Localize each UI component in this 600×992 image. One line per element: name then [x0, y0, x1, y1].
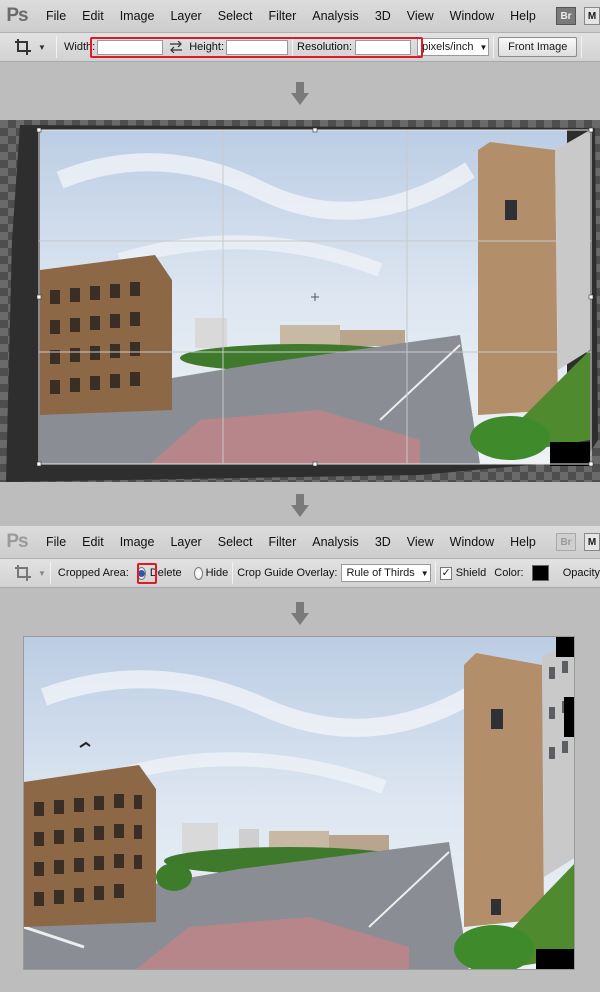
chevron-down-icon: ▼: [38, 568, 46, 578]
menu-3d[interactable]: 3D: [367, 535, 399, 549]
chevron-down-icon: ▼: [420, 568, 429, 578]
bridge-button[interactable]: Br: [556, 7, 576, 25]
units-value: pixels/inch: [422, 41, 474, 53]
separator: [493, 36, 495, 58]
color-label: Color:: [494, 567, 524, 579]
bridge-button[interactable]: Br: [556, 533, 576, 551]
menu-bar-2: Ps File Edit Image Layer Select Filter A…: [0, 526, 600, 558]
menu-file[interactable]: File: [38, 535, 74, 549]
menu-view[interactable]: View: [399, 535, 442, 549]
hide-radio[interactable]: [193, 566, 203, 580]
front-image-button[interactable]: Front Image: [498, 37, 578, 57]
shield-checkbox[interactable]: ✓: [440, 566, 452, 580]
delete-radio-highlight: [137, 563, 157, 584]
cropped-photo: [24, 637, 574, 969]
overlay-value: Rule of Thirds: [346, 567, 415, 579]
separator: [435, 562, 437, 584]
menu-3d[interactable]: 3D: [367, 9, 399, 23]
down-arrow-icon: [291, 82, 309, 105]
opacity-label: Opacity: [562, 567, 600, 579]
menu-edit[interactable]: Edit: [74, 9, 112, 23]
separator: [232, 562, 234, 584]
shield-label: Shield: [455, 567, 487, 579]
hide-label: Hide: [205, 567, 229, 579]
menu-select[interactable]: Select: [210, 9, 261, 23]
down-arrow-icon: [291, 602, 309, 625]
menu-filter[interactable]: Filter: [260, 535, 304, 549]
crop-icon: [15, 565, 31, 581]
menu-layer[interactable]: Layer: [162, 535, 209, 549]
ps-logo: Ps: [6, 531, 28, 552]
menu-help[interactable]: Help: [502, 535, 544, 549]
menu-help[interactable]: Help: [502, 9, 544, 23]
minibridge-button[interactable]: M: [584, 533, 600, 551]
crop-icon: [15, 39, 31, 55]
menu-edit[interactable]: Edit: [74, 535, 112, 549]
ps-logo: Ps: [6, 5, 28, 26]
menu-analysis[interactable]: Analysis: [304, 535, 367, 549]
menu-filter[interactable]: Filter: [260, 9, 304, 23]
menu-view[interactable]: View: [399, 9, 442, 23]
menu-bar: Ps File Edit Image Layer Select Filter A…: [0, 0, 600, 32]
menu-window[interactable]: Window: [442, 9, 502, 23]
menu-image[interactable]: Image: [112, 9, 163, 23]
canvas-area-before: [0, 120, 600, 482]
chevron-down-icon: ▼: [38, 42, 46, 52]
crop-guide-overlay-select[interactable]: Rule of Thirds ▼: [341, 564, 432, 582]
crop-options-bar-after: ▼ Cropped Area: Delete Hide Crop Guide O…: [0, 558, 600, 588]
shield-color-swatch[interactable]: [531, 565, 549, 581]
down-arrow-icon: [291, 494, 309, 517]
separator: [49, 562, 51, 584]
crop-tool-preset[interactable]: ▼: [0, 38, 52, 56]
menu-layer[interactable]: Layer: [162, 9, 209, 23]
cropped-area-label: Cropped Area:: [57, 567, 129, 579]
crop-tool-preset[interactable]: ▼: [0, 564, 46, 582]
resolution-units-select[interactable]: pixels/inch ▼: [417, 38, 490, 56]
cropped-result-image: [23, 636, 575, 970]
menu-analysis[interactable]: Analysis: [304, 9, 367, 23]
menu-file[interactable]: File: [38, 9, 74, 23]
separator: [581, 36, 583, 58]
menu-window[interactable]: Window: [442, 535, 502, 549]
crop-preview[interactable]: [0, 120, 600, 482]
separator: [56, 36, 57, 58]
crop-guide-overlay-label: Crop Guide Overlay:: [237, 567, 338, 579]
minibridge-button[interactable]: M: [584, 7, 600, 25]
menu-select[interactable]: Select: [210, 535, 261, 549]
dimension-fields-highlight: [90, 37, 423, 58]
menu-image[interactable]: Image: [112, 535, 163, 549]
chevron-down-icon: ▼: [479, 42, 488, 52]
